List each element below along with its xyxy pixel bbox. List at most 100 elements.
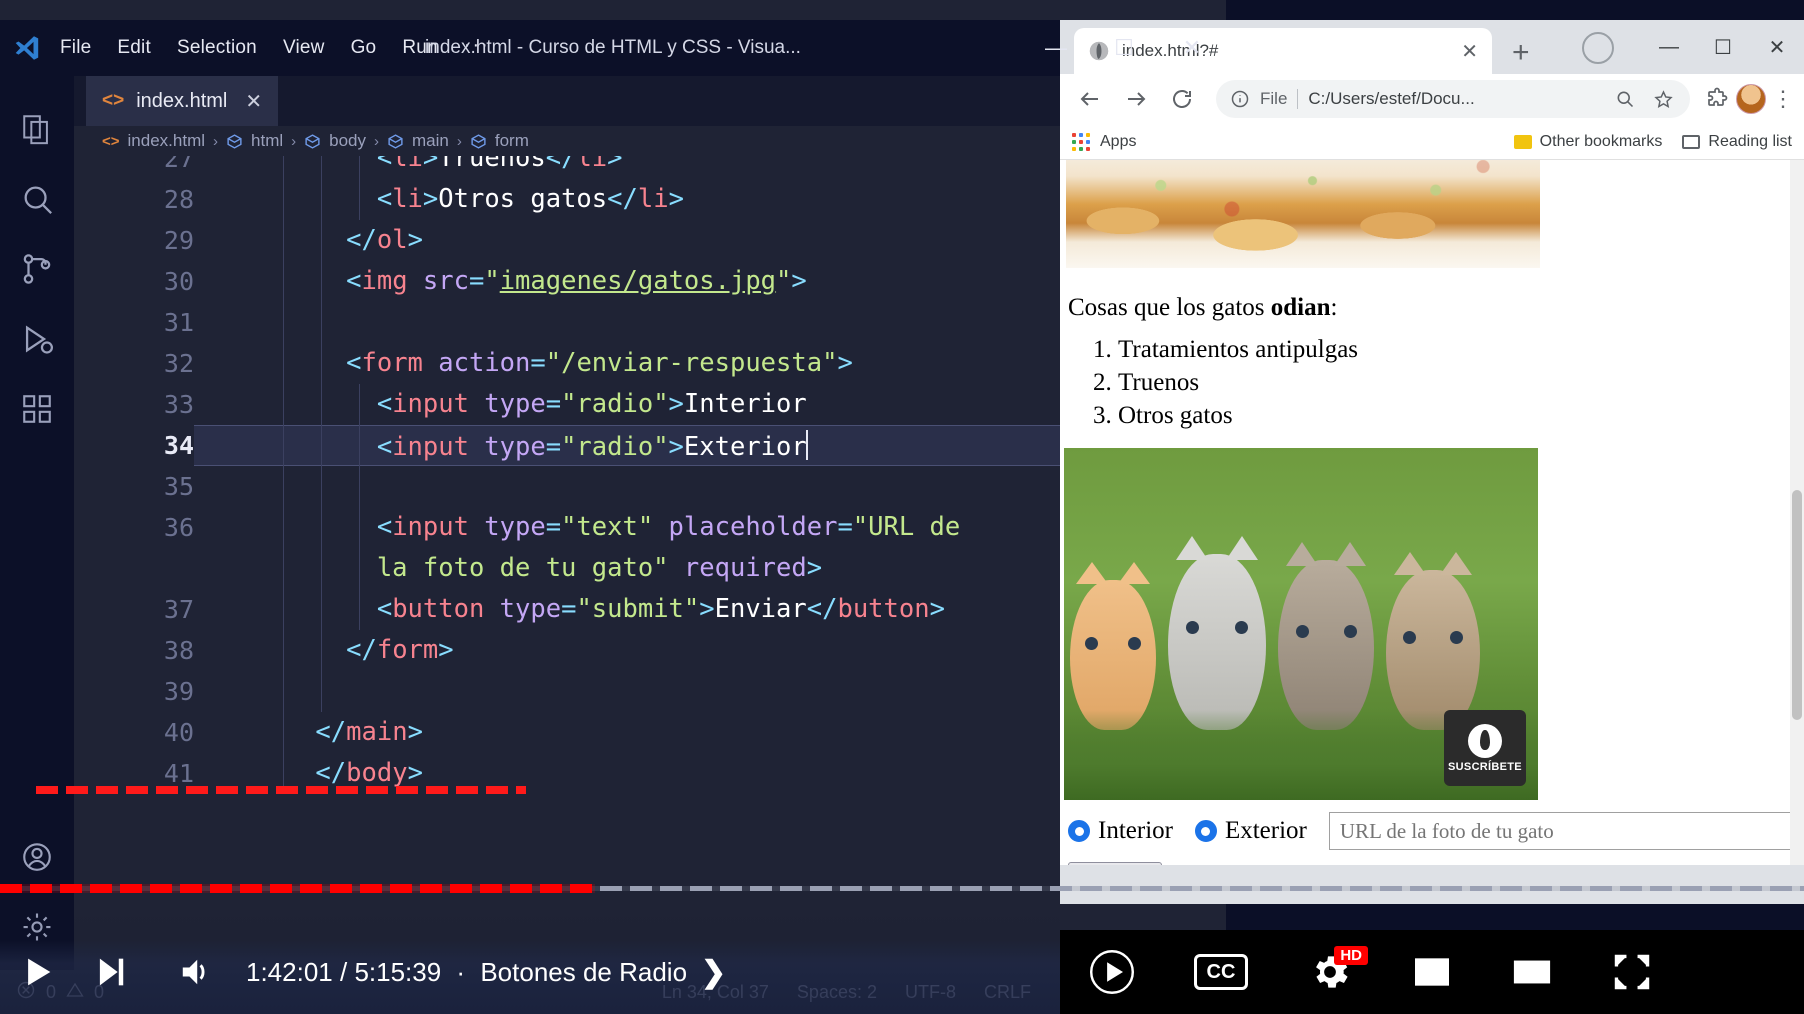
close-button[interactable]: ✕ (1158, 20, 1226, 76)
code-line[interactable]: 40 </main> (74, 712, 1226, 753)
reading-list-label[interactable]: Reading list (1708, 133, 1792, 151)
breadcrumb-item-html[interactable]: html (251, 131, 283, 151)
code-text: <li>Otros gatos</li> (254, 179, 684, 220)
browser-maximize-button[interactable]: ☐ (1696, 20, 1750, 74)
breadcrumb-item-main[interactable]: main (412, 131, 449, 151)
text-cursor (805, 430, 808, 460)
editor-tab-index-html[interactable]: <> index.html ✕ (86, 76, 279, 126)
code-lines-container[interactable]: 27 <li>Truenos</li> 28 <li>Otros gatos</l… (74, 156, 1226, 794)
chapter-chevron-icon[interactable]: ❯ (701, 955, 726, 990)
radio-exterior[interactable] (1194, 820, 1217, 842)
web-page-viewport[interactable]: Cosas que los gatos odian: Tratamientos … (1060, 160, 1804, 865)
profile-switch-button[interactable] (1582, 32, 1614, 64)
player-control-row: 1:42:01 / 5:15:39 · Botones de Radio ❯ (0, 930, 1060, 1014)
code-token: li (392, 156, 423, 173)
reload-button[interactable] (1162, 79, 1202, 119)
bookmark-star-icon[interactable] (1650, 86, 1676, 112)
maximize-button[interactable]: ☐ (1090, 20, 1158, 76)
menu-edit[interactable]: Edit (117, 37, 151, 60)
zoom-magnifier-icon[interactable] (1612, 86, 1638, 112)
account-icon[interactable] (0, 822, 74, 892)
line-number: 31 (163, 308, 194, 337)
vscode-activity-bar[interactable] (0, 76, 74, 1014)
miniplayer-button[interactable] (1382, 930, 1482, 1014)
code-line[interactable]: 33 <input type="radio">Interior (74, 384, 1226, 425)
code-line[interactable]: 36 <input type="text" placeholder="URL d… (74, 507, 1226, 589)
tab-close-icon[interactable]: ✕ (245, 89, 262, 114)
search-icon[interactable] (0, 164, 74, 234)
menu-view[interactable]: View (283, 37, 325, 60)
radio-interior[interactable] (1068, 820, 1090, 842)
menu-run[interactable]: Run (402, 37, 437, 60)
play-button-right[interactable] (1060, 930, 1164, 1014)
code-line[interactable]: 35 (74, 466, 1226, 507)
chapter-title[interactable]: Botones de Radio (480, 957, 687, 987)
code-token: input (392, 432, 469, 462)
video-progress-bar[interactable] (0, 884, 1804, 893)
new-tab-button[interactable]: + (1512, 36, 1530, 70)
vscode-menubar[interactable]: File Edit Selection View Go Run ··· (60, 34, 490, 60)
code-token: = (545, 389, 562, 419)
code-line[interactable]: 29 </ol> (74, 220, 1226, 261)
forward-button[interactable] (1116, 79, 1156, 119)
source-control-icon[interactable] (0, 234, 74, 304)
apps-bookmark-label[interactable]: Apps (1100, 133, 1136, 151)
captions-button[interactable]: CC (1164, 930, 1278, 1014)
total-time: 5:15:39 (354, 956, 442, 987)
code-token: "submit" (576, 594, 700, 624)
code-line[interactable]: 37 <button type="submit">Enviar</button> (74, 589, 1226, 630)
browser-close-button[interactable]: ✕ (1750, 20, 1804, 74)
code-text: </main> (254, 712, 423, 753)
code-token: "text" (561, 512, 654, 542)
menu-file[interactable]: File (60, 37, 91, 60)
code-line[interactable]: 34 <input type="radio">Exterior (74, 425, 1226, 466)
fullscreen-button[interactable] (1582, 930, 1682, 1014)
theater-mode-button[interactable] (1482, 930, 1582, 1014)
radio-exterior-label: Exterior (1224, 817, 1307, 844)
page-scrollbar-thumb[interactable] (1792, 490, 1802, 720)
volume-button[interactable] (158, 930, 232, 1014)
breadcrumb-item-form[interactable]: form (495, 131, 529, 151)
next-video-button[interactable] (74, 930, 148, 1014)
back-button[interactable] (1070, 79, 1110, 119)
kebab-menu-icon[interactable]: ⋮ (1772, 86, 1794, 112)
run-debug-icon[interactable] (0, 304, 74, 374)
breadcrumb-item-file[interactable]: index.html (128, 131, 205, 151)
code-line[interactable]: 30 <img src="imagenes/gatos.jpg"> (74, 261, 1226, 302)
code-token: > (837, 348, 853, 378)
other-bookmarks-label[interactable]: Other bookmarks (1540, 133, 1663, 151)
settings-button[interactable]: HD (1278, 930, 1382, 1014)
explorer-icon[interactable] (0, 94, 74, 164)
page-scrollbar[interactable] (1790, 160, 1804, 865)
code-line[interactable]: 39 (74, 671, 1226, 712)
apps-grid-icon[interactable] (1072, 132, 1090, 151)
address-bar[interactable]: File C:/Users/estef/Docu... (1216, 80, 1690, 118)
extensions-icon[interactable] (0, 374, 74, 444)
code-line[interactable]: 38 </form> (74, 630, 1226, 671)
code-text: <input type="radio">Exterior (254, 425, 808, 468)
submit-button[interactable]: Enviar (1068, 862, 1162, 865)
breadcrumb-item-body[interactable]: body (329, 131, 366, 151)
screen-root: File Edit Selection View Go Run ··· inde… (0, 0, 1804, 1014)
menu-selection[interactable]: Selection (177, 37, 257, 60)
code-line[interactable]: 27 <li>Truenos</li> (74, 156, 1226, 179)
code-line[interactable]: 32 <form action="/enviar-respuesta"> (74, 343, 1226, 384)
user-avatar[interactable] (1736, 84, 1766, 114)
info-circle-icon[interactable] (1230, 89, 1250, 109)
play-button[interactable] (0, 930, 74, 1014)
browser-minimize-button[interactable]: — (1642, 20, 1696, 74)
menu-go[interactable]: Go (351, 37, 377, 60)
vscode-window-controls: — ☐ ✕ (1022, 20, 1226, 76)
minimize-button[interactable]: — (1022, 20, 1090, 76)
menu-more[interactable]: ··· (464, 34, 490, 57)
puzzle-extension-icon[interactable] (1704, 86, 1730, 112)
bookmarks-bar: Apps Other bookmarks Reading list (1060, 124, 1804, 160)
editor-tabstrip: <> index.html ✕ ··· (74, 76, 1226, 126)
code-line[interactable]: 31 (74, 302, 1226, 343)
browser-tab-close-icon[interactable]: ✕ (1461, 39, 1478, 64)
code-line[interactable]: 28 <li>Otros gatos</li> (74, 179, 1226, 220)
subscribe-badge[interactable]: SUSCRÍBETE (1444, 710, 1526, 786)
photo-url-input[interactable]: URL de la foto de tu gato (1328, 812, 1796, 850)
code-token: < (376, 432, 393, 462)
